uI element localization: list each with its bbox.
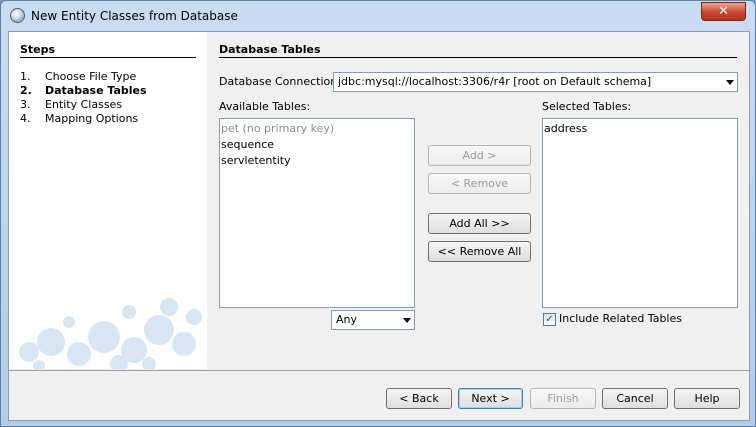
section-divider bbox=[219, 57, 737, 58]
list-item[interactable]: address bbox=[544, 121, 736, 137]
footer-divider bbox=[9, 370, 749, 371]
decorative-bubbles bbox=[19, 298, 202, 369]
available-tables-list[interactable]: pet (no primary key) sequence servletent… bbox=[219, 118, 415, 308]
list-item[interactable]: sequence bbox=[221, 137, 413, 153]
steps-list: 1. Choose File Type 2. Database Tables 3. E… bbox=[20, 70, 147, 126]
include-related-label[interactable]: Include Related Tables bbox=[559, 312, 682, 325]
list-item[interactable]: pet (no primary key) bbox=[221, 121, 413, 137]
netbeans-app-icon bbox=[10, 8, 25, 23]
add-all-button[interactable]: Add All >> bbox=[428, 213, 531, 234]
step-item-choose-file-type: 1. Choose File Type bbox=[20, 70, 137, 83]
close-button[interactable]: ✕ bbox=[701, 2, 746, 21]
remove-all-button[interactable]: << Remove All bbox=[428, 241, 531, 262]
step-item-entity-classes: 3. Entity Classes bbox=[20, 98, 123, 111]
window-title: New Entity Classes from Database bbox=[31, 9, 238, 23]
steps-panel: Steps 1. Choose File Type 2. Database Tabl… bbox=[9, 32, 207, 369]
chevron-down-icon[interactable] bbox=[403, 318, 411, 323]
cancel-button[interactable]: Cancel bbox=[602, 388, 668, 409]
back-button[interactable]: < Back bbox=[386, 388, 452, 409]
list-item[interactable]: servletentity bbox=[221, 153, 413, 169]
section-title: Database Tables bbox=[219, 43, 321, 56]
step-item-mapping-options: 4. Mapping Options bbox=[20, 112, 139, 125]
add-button[interactable]: Add > bbox=[428, 145, 531, 166]
steps-divider bbox=[20, 57, 196, 58]
selected-tables-list[interactable]: address bbox=[542, 118, 738, 308]
filter-value: Any bbox=[336, 313, 358, 326]
steps-title: Steps bbox=[20, 43, 56, 56]
finish-button[interactable]: Finish bbox=[530, 388, 596, 409]
dialog-window: New Entity Classes from Database ✕ Steps… bbox=[0, 0, 756, 427]
selected-tables-label: Selected Tables: bbox=[542, 100, 632, 113]
include-related-checkbox[interactable]: ✓ bbox=[543, 313, 556, 326]
help-button[interactable]: Help bbox=[674, 388, 740, 409]
next-button[interactable]: Next > bbox=[458, 388, 523, 409]
available-tables-label: Available Tables: bbox=[219, 100, 311, 113]
connection-label: Database Connection: bbox=[219, 75, 341, 88]
connection-value: jdbc:mysql://localhost:3306/r4r [root on… bbox=[338, 75, 652, 88]
database-tables-panel: Database Tables Database Connection: jdb… bbox=[207, 32, 749, 369]
title-bar[interactable]: New Entity Classes from Database ✕ bbox=[1, 1, 755, 31]
chevron-down-icon[interactable] bbox=[726, 80, 734, 85]
dialog-content: Steps 1. Choose File Type 2. Database Tabl… bbox=[8, 31, 750, 421]
remove-button[interactable]: < Remove bbox=[428, 173, 531, 194]
table-filter-select[interactable]: Any bbox=[331, 310, 415, 330]
database-connection-select[interactable]: jdbc:mysql://localhost:3306/r4r [root on… bbox=[333, 72, 738, 92]
step-item-database-tables: 2. Database Tables bbox=[20, 84, 147, 97]
